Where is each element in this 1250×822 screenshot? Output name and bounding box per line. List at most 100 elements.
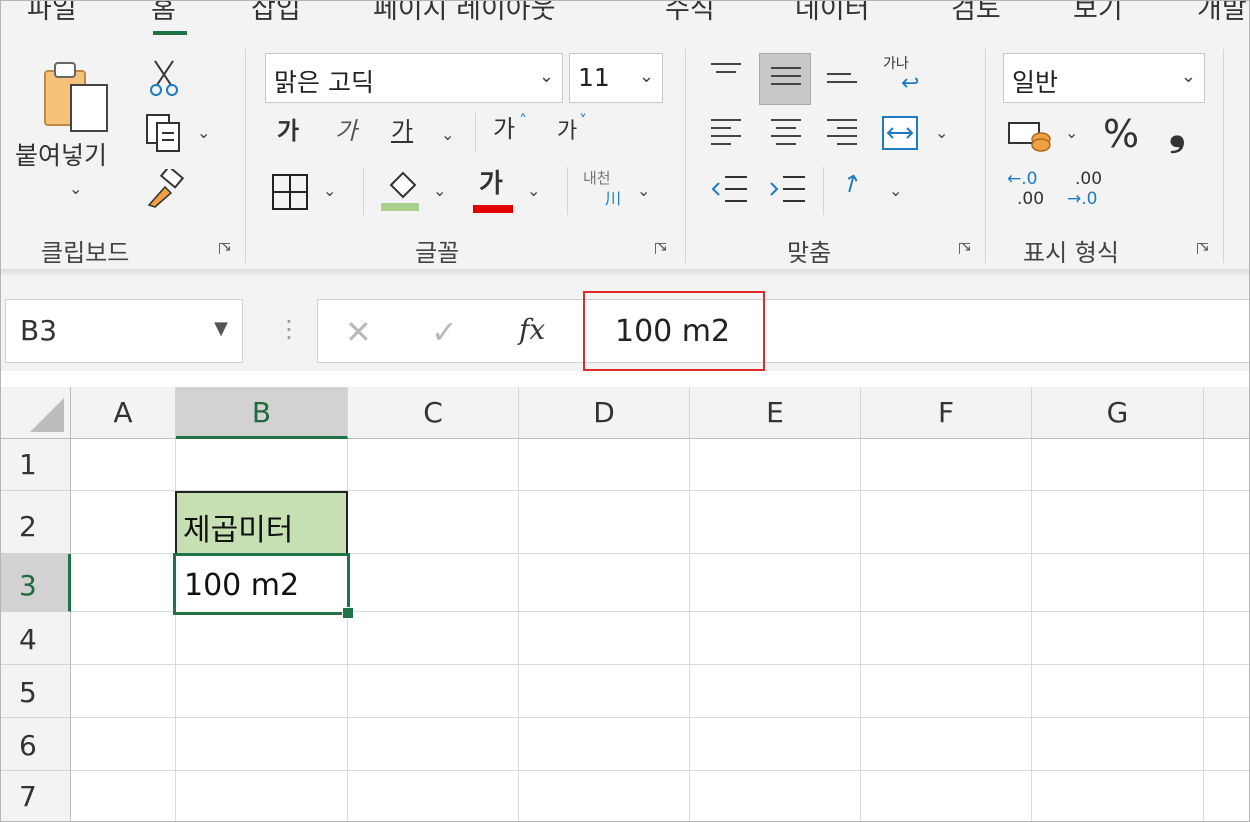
decrease-decimal-button[interactable]: .00 xyxy=(1075,171,1102,188)
paste-icon xyxy=(44,62,108,132)
column-header-partial[interactable] xyxy=(1204,387,1249,439)
number-launcher-icon[interactable] xyxy=(1197,239,1211,257)
tab-data[interactable]: 데이터 xyxy=(795,1,870,26)
tab-review[interactable]: 검토 xyxy=(951,1,1001,26)
bold-button[interactable]: 가 xyxy=(277,119,299,143)
column-header-g[interactable]: G xyxy=(1032,387,1204,439)
divider xyxy=(823,167,824,215)
chevron-down-icon[interactable]: ⌄ xyxy=(323,183,336,199)
clipboard-launcher-icon[interactable] xyxy=(219,239,233,257)
chevron-down-icon[interactable]: ⌄ xyxy=(441,127,454,143)
wrap-arrow-icon: ↩ xyxy=(901,71,920,96)
column-header-c[interactable]: C xyxy=(348,387,519,439)
insert-function-icon[interactable]: fx xyxy=(519,313,545,346)
name-box[interactable]: B3 ▼ xyxy=(5,299,243,363)
copy-icon[interactable] xyxy=(145,113,185,153)
scissors-icon[interactable] xyxy=(149,59,179,97)
italic-button[interactable]: 가 xyxy=(335,119,357,143)
clipboard-group-label: 클립보드 xyxy=(41,239,130,267)
tab-formulas[interactable]: 수식 xyxy=(665,1,715,26)
cell-b3-active[interactable]: 100 m2 xyxy=(173,553,350,615)
phonetic-mark-icon: 川 xyxy=(605,189,622,208)
tab-home[interactable]: 홈 xyxy=(151,1,176,26)
font-name-combo[interactable]: 맑은 고딕 ⌄ xyxy=(265,53,563,103)
align-right-icon[interactable] xyxy=(827,119,857,151)
chevron-down-icon[interactable]: ⌄ xyxy=(889,183,902,199)
font-launcher-icon[interactable] xyxy=(655,239,669,257)
increase-indent-icon[interactable] xyxy=(767,173,807,207)
font-name-value: 맑은 고딕 xyxy=(274,68,374,97)
tab-page-layout[interactable]: 페이지 레이아웃 xyxy=(373,1,555,26)
row-header-6[interactable]: 6 xyxy=(1,718,71,771)
annotation-highlight-box xyxy=(583,291,765,371)
column-header-b[interactable]: B xyxy=(176,387,348,439)
align-center-icon[interactable] xyxy=(771,119,801,151)
font-group-label: 글꼴 xyxy=(415,239,460,267)
chevron-down-icon[interactable]: ⌄ xyxy=(197,125,210,141)
tab-file[interactable]: 파일 xyxy=(27,1,77,26)
font-size-combo[interactable]: 11 ⌄ xyxy=(569,53,663,103)
borders-icon[interactable] xyxy=(271,173,309,211)
currency-icon[interactable] xyxy=(1007,117,1053,155)
align-middle-icon xyxy=(771,67,801,91)
caret-up-icon: ˄ xyxy=(519,111,527,130)
column-header-d[interactable]: D xyxy=(519,387,690,439)
group-divider xyxy=(245,49,246,263)
alignment-group-label: 맞춤 xyxy=(787,239,832,267)
chevron-down-icon[interactable]: ⌄ xyxy=(69,181,82,197)
fill-color-icon[interactable] xyxy=(381,169,421,213)
select-all-corner[interactable] xyxy=(1,387,71,439)
orientation-button[interactable]: 가나 xyxy=(883,57,909,71)
chevron-down-icon: ⌄ xyxy=(538,66,554,87)
font-size-value: 11 xyxy=(578,63,610,92)
row-header-3[interactable]: 3 xyxy=(1,554,71,612)
row-header-7[interactable]: 7 xyxy=(1,771,71,821)
align-bottom-icon[interactable] xyxy=(827,73,857,89)
comma-button[interactable]: ❟ xyxy=(1169,109,1185,151)
chevron-down-icon[interactable]: ⌄ xyxy=(1065,125,1078,141)
gridline xyxy=(689,439,690,821)
chevron-down-icon[interactable]: ⌄ xyxy=(637,183,650,199)
column-header-e[interactable]: E xyxy=(690,387,861,439)
chevron-down-icon[interactable]: ⌄ xyxy=(433,183,446,199)
tab-insert[interactable]: 삽입 xyxy=(251,1,301,26)
group-divider xyxy=(1223,49,1224,263)
gridline xyxy=(71,717,1249,718)
row-header-5[interactable]: 5 xyxy=(1,665,71,718)
chevron-down-icon[interactable]: ⌄ xyxy=(527,183,540,199)
row-header-4[interactable]: 4 xyxy=(1,612,71,665)
percent-button[interactable]: % xyxy=(1103,115,1139,153)
grow-font-button[interactable]: 가 xyxy=(493,117,515,141)
alignment-launcher-icon[interactable] xyxy=(959,239,973,257)
align-left-icon[interactable] xyxy=(711,119,741,151)
increase-decimal-button[interactable]: ←.0 xyxy=(1007,171,1037,188)
row-header-2[interactable]: 2 xyxy=(1,491,71,554)
caret-down-icon: ˅ xyxy=(579,111,587,130)
decrease-indent-icon[interactable] xyxy=(709,173,749,207)
align-top-icon[interactable] xyxy=(711,63,741,79)
increase-decimal-bottom: .00 xyxy=(1017,189,1045,209)
chevron-down-icon[interactable]: ⌄ xyxy=(935,125,948,141)
font-color-button[interactable]: 가 xyxy=(479,171,503,197)
tab-view[interactable]: 보기 xyxy=(1073,1,1123,26)
underline-button[interactable]: 가 xyxy=(391,119,413,143)
shrink-font-button[interactable]: 가 xyxy=(557,121,577,143)
resize-handle-icon[interactable]: ⋮ xyxy=(277,315,301,343)
chevron-down-icon: ▼ xyxy=(214,318,228,339)
row-header-1[interactable]: 1 xyxy=(1,439,71,491)
group-divider xyxy=(985,49,986,263)
column-header-f[interactable]: F xyxy=(861,387,1032,439)
merge-center-icon[interactable] xyxy=(881,113,921,153)
fill-handle[interactable] xyxy=(342,607,354,619)
cancel-icon[interactable]: ✕ xyxy=(345,313,372,351)
cell-b2[interactable]: 제곱미터 xyxy=(175,491,348,555)
column-header-a[interactable]: A xyxy=(71,387,176,439)
gridline xyxy=(1203,439,1204,821)
format-painter-icon[interactable] xyxy=(145,169,185,209)
chevron-down-icon: ⌄ xyxy=(1180,66,1196,87)
group-divider xyxy=(685,49,686,263)
tab-developer[interactable]: 개발 xyxy=(1197,1,1247,26)
phonetic-button[interactable]: 내천 xyxy=(583,171,611,186)
enter-icon[interactable]: ✓ xyxy=(431,313,458,351)
number-format-combo[interactable]: 일반 ⌄ xyxy=(1003,53,1205,103)
